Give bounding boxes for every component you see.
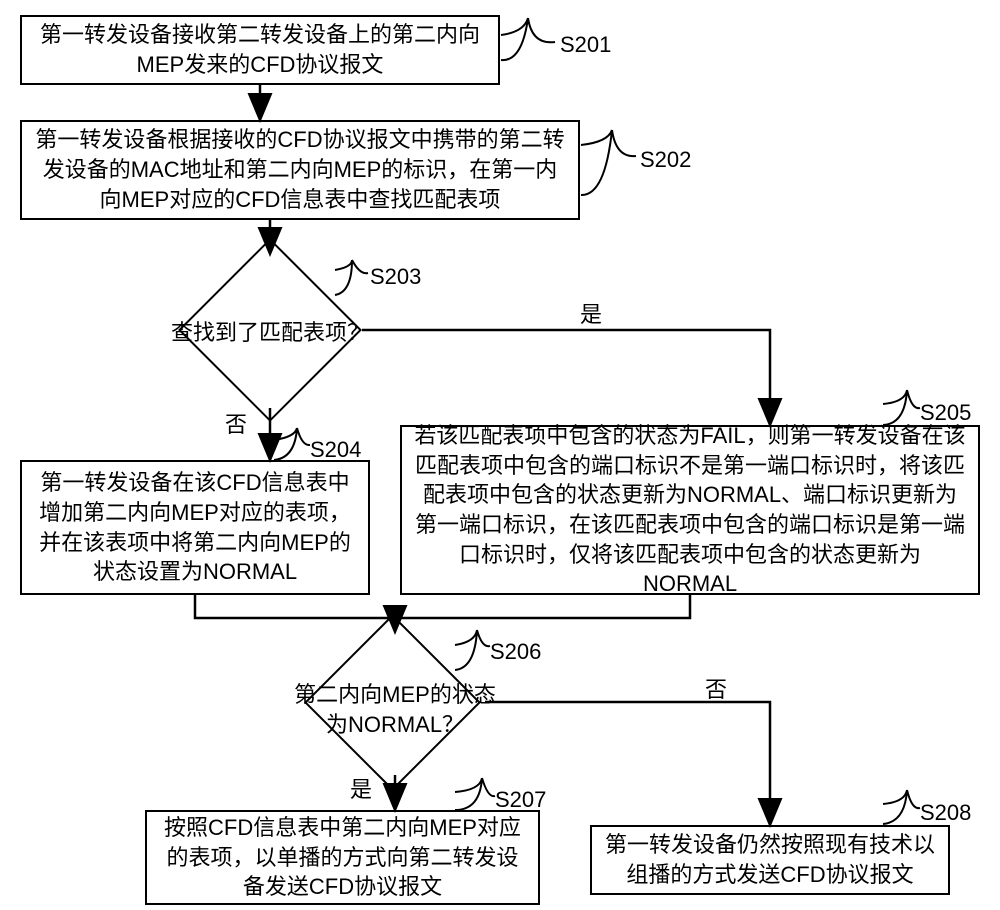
label-s208: S208 [920, 798, 971, 828]
step-s201-text: 第一转发设备接收第二转发设备上的第二内向MEP发来的CFD协议报文 [32, 20, 488, 79]
step-s207-text: 按照CFD信息表中第二内向MEP对应的表项，以单播的方式向第二转发设备发送CFD… [157, 813, 528, 902]
decision-s203 [178, 238, 362, 422]
decision-s206-yes: 是 [350, 775, 372, 805]
decision-s203-yes: 是 [580, 300, 602, 330]
label-s205: S205 [920, 398, 971, 428]
step-s202: 第一转发设备根据接收的CFD协议报文中携带的第二转发设备的MAC地址和第二内向M… [20, 120, 580, 220]
label-s202: S202 [640, 145, 691, 175]
step-s204-text: 第一转发设备在该CFD信息表中增加第二内向MEP对应的表项，并在该表项中将第二内… [32, 468, 358, 587]
step-s207: 按照CFD信息表中第二内向MEP对应的表项，以单播的方式向第二转发设备发送CFD… [145, 810, 540, 905]
decision-s203-no: 否 [225, 410, 247, 440]
decision-s206-no: 否 [705, 675, 727, 705]
label-s206: S206 [490, 637, 541, 667]
step-s208-text: 第一转发设备仍然按照现有技术以组播的方式发送CFD协议报文 [602, 830, 938, 889]
label-s201: S201 [560, 30, 611, 60]
label-s204: S204 [310, 435, 361, 465]
step-s205-text: 若该匹配表项中包含的状态为FAIL，则第一转发设备在该匹配表项中包含的端口标识不… [412, 421, 968, 599]
step-s201: 第一转发设备接收第二转发设备上的第二内向MEP发来的CFD协议报文 [20, 15, 500, 85]
step-s202-text: 第一转发设备根据接收的CFD协议报文中携带的第二转发设备的MAC地址和第二内向M… [32, 125, 568, 214]
label-s203: S203 [370, 262, 421, 292]
step-s205: 若该匹配表项中包含的状态为FAIL，则第一转发设备在该匹配表项中包含的端口标识不… [400, 425, 980, 595]
decision-s206 [304, 614, 481, 791]
step-s208: 第一转发设备仍然按照现有技术以组播的方式发送CFD协议报文 [590, 825, 950, 895]
step-s204: 第一转发设备在该CFD信息表中增加第二内向MEP对应的表项，并在该表项中将第二内… [20, 460, 370, 595]
label-s207: S207 [495, 785, 546, 815]
